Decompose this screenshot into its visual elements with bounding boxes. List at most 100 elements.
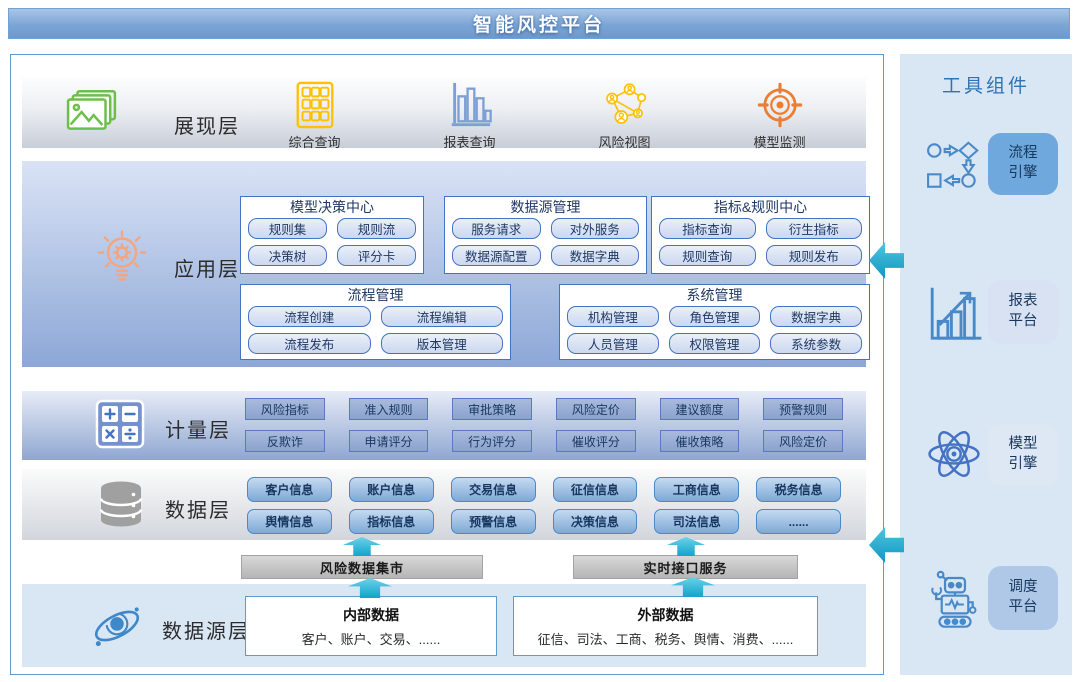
data-pill: 税务信息 (756, 477, 841, 502)
presentation-layer-band: 展现层 综合查询 (22, 76, 866, 148)
app-chip: 规则查询 (659, 245, 756, 266)
data-items: 客户信息 账户信息 交易信息 征信信息 工商信息 税务信息 舆情信息 指标信息 … (247, 477, 841, 534)
data-source-layer-label: 数据源层 (162, 615, 250, 644)
tool-button-schedule-platform: 调度平台 (988, 566, 1058, 630)
risk-platform-diagram: 智能风控平台 展现层 (0, 0, 1080, 682)
app-chip: 规则发布 (766, 245, 863, 266)
data-pill: 客户信息 (247, 477, 332, 502)
presentation-item: 风险视图 (570, 81, 680, 151)
group-items: 指标查询 衍生指标 规则查询 规则发布 (659, 218, 862, 266)
group-datasource-management: 数据源管理 服务请求 对外服务 数据源配置 数据字典 (444, 196, 647, 274)
tool-button-process-engine: 流程引擎 (988, 133, 1058, 195)
bulb-gear-icon (94, 227, 150, 291)
presentation-item: 综合查询 (260, 81, 370, 151)
group-items: 规则集 规则流 决策树 评分卡 (248, 218, 416, 266)
external-data-title: 外部数据 (638, 605, 694, 625)
app-chip: 数据字典 (551, 245, 640, 266)
calculator-icon (95, 399, 145, 449)
app-chip: 流程发布 (248, 333, 371, 354)
tool-button-label: 调度平台 (1008, 578, 1038, 617)
app-chip: 流程创建 (248, 306, 371, 327)
app-chip: 版本管理 (381, 333, 504, 354)
tool-components-panel: 工具组件 流程引擎 (900, 54, 1072, 675)
app-chip: 对外服务 (551, 218, 640, 239)
measure-chip: 准入规则 (349, 398, 429, 420)
presentation-item: 模型监测 (725, 81, 835, 151)
grid-icon (292, 81, 338, 129)
data-pill: ...... (756, 509, 841, 534)
internal-data-desc: 客户、账户、交易、...... (302, 629, 441, 648)
tool-button-label: 模型引擎 (1008, 435, 1038, 474)
realtime-interface-bar: 实时接口服务 (573, 555, 798, 579)
target-icon (757, 81, 803, 129)
data-pill: 预警信息 (451, 509, 536, 534)
risk-data-mart-bar: 风险数据集市 (241, 555, 483, 579)
tool-button-model-engine: 模型引擎 (988, 424, 1058, 486)
presentation-item-label: 模型监测 (753, 132, 805, 151)
app-chip: 衍生指标 (766, 218, 863, 239)
measurement-layer-label: 计量层 (165, 414, 231, 443)
app-chip: 权限管理 (669, 333, 761, 354)
internal-data-box: 内部数据 客户、账户、交易、...... (245, 596, 497, 656)
presentation-item-label: 风险视图 (598, 132, 650, 151)
app-chip: 机构管理 (567, 306, 659, 327)
app-chip: 规则流 (337, 218, 416, 239)
measure-chip: 反欺诈 (245, 430, 325, 452)
data-pill: 指标信息 (349, 509, 434, 534)
data-pill: 舆情信息 (247, 509, 332, 534)
group-process-management: 流程管理 流程创建 流程编辑 流程发布 版本管理 (240, 284, 511, 360)
app-chip: 流程编辑 (381, 306, 504, 327)
group-items: 流程创建 流程编辑 流程发布 版本管理 (248, 306, 503, 354)
group-title: 数据源管理 (452, 199, 639, 216)
group-system-management: 系统管理 机构管理 角色管理 数据字典 人员管理 权限管理 系统参数 (559, 284, 870, 360)
internal-data-title: 内部数据 (343, 605, 399, 625)
data-pill: 征信信息 (553, 477, 638, 502)
group-title: 流程管理 (248, 287, 503, 304)
measure-chip: 建议额度 (660, 398, 740, 420)
barchart-icon (447, 81, 493, 129)
platform-title-banner: 智能风控平台 (8, 8, 1070, 39)
app-chip: 指标查询 (659, 218, 756, 239)
measure-chip: 预警规则 (763, 398, 843, 420)
platform-title: 智能风控平台 (473, 10, 605, 37)
app-chip: 服务请求 (452, 218, 541, 239)
data-pill: 工商信息 (654, 477, 739, 502)
group-model-decision-center: 模型决策中心 规则集 规则流 决策树 评分卡 (240, 196, 424, 274)
app-chip: 规则集 (248, 218, 327, 239)
measure-chip: 申请评分 (349, 430, 429, 452)
application-layer-band: 应用层 模型决策中心 规则集 规则流 决策树 评分卡 数据源管理 服务请求 对外… (22, 161, 866, 367)
galaxy-icon (88, 598, 146, 654)
data-pill: 交易信息 (451, 477, 536, 502)
external-data-desc: 征信、司法、工商、税务、舆情、消费、...... (538, 629, 794, 648)
data-source-layer-band: 数据源层 内部数据 客户、账户、交易、...... 外部数据 征信、司法、工商、… (22, 584, 866, 667)
app-chip: 数据源配置 (452, 245, 541, 266)
group-title: 系统管理 (567, 287, 862, 304)
measure-chip: 催收策略 (660, 430, 740, 452)
presentation-layer-label: 展现层 (174, 110, 240, 139)
group-indicator-rule-center: 指标&规则中心 指标查询 衍生指标 规则查询 规则发布 (651, 196, 870, 274)
presentation-item-label: 综合查询 (288, 132, 340, 151)
network-icon (601, 81, 649, 129)
measurement-layer-band: 计量层 风险指标 准入规则 审批策略 风险定价 建议额度 预警规则 反欺诈 申请… (22, 391, 866, 460)
group-title: 模型决策中心 (248, 199, 416, 216)
external-data-box: 外部数据 征信、司法、工商、税务、舆情、消费、...... (513, 596, 818, 656)
measurement-items: 风险指标 准入规则 审批策略 风险定价 建议额度 预警规则 反欺诈 申请评分 行… (245, 398, 843, 452)
tool-button-report-platform: 报表平台 (988, 280, 1058, 344)
measure-chip: 审批策略 (452, 398, 532, 420)
group-items: 机构管理 角色管理 数据字典 人员管理 权限管理 系统参数 (567, 306, 862, 354)
flowchart-icon (926, 140, 984, 190)
app-chip: 数据字典 (770, 306, 862, 327)
measure-chip: 行为评分 (452, 430, 532, 452)
app-chip: 角色管理 (669, 306, 761, 327)
atom-icon (924, 423, 984, 485)
app-chip: 系统参数 (770, 333, 862, 354)
data-layer-band: 数据层 客户信息 账户信息 交易信息 征信信息 工商信息 税务信息 舆情信息 指… (22, 469, 866, 540)
measure-chip: 风险指标 (245, 398, 325, 420)
app-chip: 人员管理 (567, 333, 659, 354)
presentation-item: 报表查询 (415, 81, 525, 151)
app-chip: 决策树 (248, 245, 327, 266)
presentation-items: 综合查询 报表查询 (237, 81, 857, 151)
report-chart-icon (924, 283, 986, 343)
measure-chip: 风险定价 (556, 398, 636, 420)
data-pill: 司法信息 (654, 509, 739, 534)
